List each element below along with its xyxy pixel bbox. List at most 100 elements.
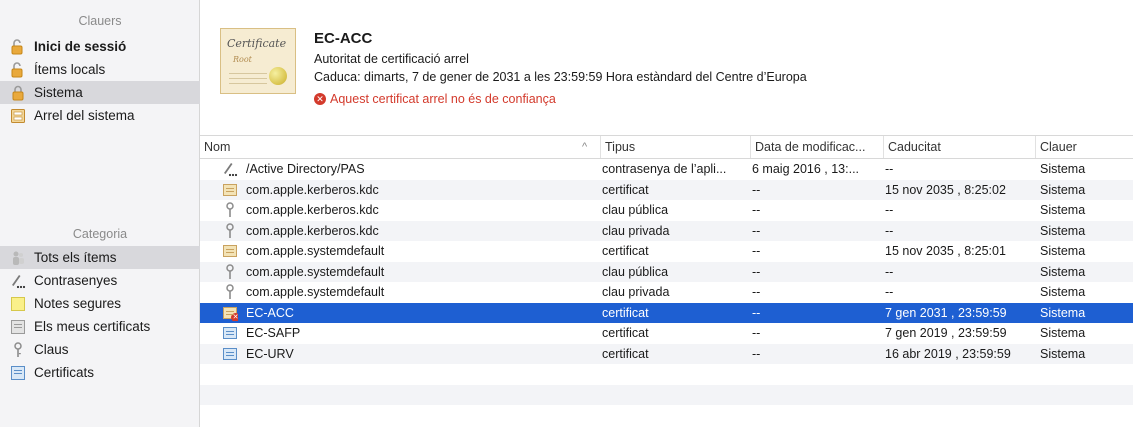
row-expires: 7 gen 2031 , 23:59:59 — [885, 305, 1007, 320]
table-row-selected[interactable]: ✕ EC-ACC certificat -- 7 gen 2031 , 23:5… — [200, 302, 1133, 323]
row-modified: -- — [752, 305, 761, 320]
row-type: certificat — [602, 346, 649, 361]
key-icon — [222, 284, 238, 300]
sidebar-item-system[interactable]: Sistema — [0, 81, 200, 104]
category-section-title: Categoria — [72, 227, 128, 241]
row-expires: 16 abr 2019 , 23:59:59 — [885, 346, 1011, 361]
row-keychain: Sistema — [1040, 326, 1086, 340]
sidebar-item-label: Ítems locals — [34, 62, 106, 77]
sidebar-item-label: Arrel del sistema — [34, 108, 135, 123]
sidebar-item-label: Sistema — [34, 85, 83, 100]
row-modified: -- — [752, 182, 761, 197]
sidebar-item-login[interactable]: Inici de sessió — [0, 35, 200, 58]
keychains-list: Inici de sessió Ítems locals Sistema Arr… — [0, 35, 200, 127]
table-row[interactable]: com.apple.kerberos.kdc clau pública -- -… — [200, 200, 1133, 221]
row-keychain: Sistema — [1040, 264, 1086, 279]
table-row[interactable]: com.apple.systemdefault certificat -- 15… — [200, 241, 1133, 262]
column-header-type[interactable]: Tipus — [600, 136, 750, 158]
row-keychain: Sistema — [1040, 285, 1086, 299]
row-expires: 7 gen 2019 , 23:59:59 — [885, 326, 1007, 340]
blue-certificate-icon — [222, 325, 238, 341]
sidebar-item-system-roots[interactable]: Arrel del sistema — [0, 104, 200, 127]
certificate-lines — [229, 73, 267, 74]
row-keychain: Sistema — [1040, 203, 1086, 217]
row-type: certificat — [602, 305, 649, 320]
certificate-image-title: Certificate — [227, 37, 287, 50]
sidebar: Clauers Inici de sessió Ítems locals Sis… — [0, 0, 200, 427]
table-header: Nom ^ Tipus Data de modificac... Caducit… — [200, 135, 1133, 159]
row-keychain: Sistema — [1040, 346, 1086, 361]
certificate-large-icon: Certificate Root — [220, 28, 296, 94]
sidebar-item-label: Tots els ítems — [34, 250, 117, 265]
row-type: certificat — [602, 182, 649, 197]
items-table: Nom ^ Tipus Data de modificac... Caducit… — [200, 135, 1133, 427]
cabinet-icon — [10, 108, 26, 124]
table-row[interactable]: com.apple.systemdefault clau pública -- … — [200, 261, 1133, 282]
trust-warning-text: Aquest certificat arrel no és de confian… — [330, 92, 556, 106]
row-type: certificat — [602, 326, 649, 340]
key-icon — [222, 263, 238, 280]
sidebar-item-label: Certificats — [34, 365, 95, 380]
row-keychain: Sistema — [1040, 305, 1086, 320]
table-row[interactable]: com.apple.kerberos.kdc certificat -- 15 … — [200, 179, 1133, 200]
sidebar-item-keys[interactable]: Claus — [0, 338, 200, 361]
key-icon — [222, 222, 238, 239]
key-icon — [10, 341, 26, 358]
row-modified: -- — [752, 285, 761, 299]
sidebar-item-secure-notes[interactable]: Notes segures — [0, 292, 200, 315]
sidebar-item-my-certificates[interactable]: Els meus certificats — [0, 315, 200, 338]
certificate-image-sub: Root — [233, 55, 252, 64]
column-header-keychain[interactable]: Clauer — [1035, 136, 1133, 158]
certificate-name: EC-ACC — [314, 30, 373, 47]
blue-certificate-icon — [222, 346, 238, 362]
row-type: clau pública — [602, 203, 669, 217]
untrusted-certificate-icon: ✕ — [222, 305, 238, 321]
row-expires: 15 nov 2035 , 8:25:02 — [885, 182, 1006, 197]
table-row[interactable]: com.apple.kerberos.kdc clau privada -- -… — [200, 220, 1133, 241]
empty-row — [200, 364, 1133, 385]
sidebar-item-local-items[interactable]: Ítems locals — [0, 58, 200, 81]
column-header-expires[interactable]: Caducitat — [883, 136, 1035, 158]
column-header-name[interactable]: Nom ^ — [200, 136, 600, 158]
row-type: clau privada — [602, 223, 670, 238]
keychains-section-title: Clauers — [78, 14, 122, 28]
my-certificate-icon — [10, 319, 26, 335]
row-expires: -- — [885, 162, 894, 176]
table-row[interactable]: EC-URV certificat -- 16 abr 2019 , 23:59… — [200, 343, 1133, 364]
row-expires: -- — [885, 223, 894, 238]
error-x-icon: ✕ — [314, 93, 326, 105]
sidebar-item-passwords[interactable]: Contrasenyes — [0, 269, 200, 292]
row-modified: 6 maig 2016 , 13:... — [752, 162, 860, 176]
row-name: com.apple.systemdefault — [246, 285, 385, 299]
row-expires: -- — [885, 285, 894, 299]
table-row[interactable]: /Active Directory/PAS contrasenya de l’a… — [200, 159, 1133, 180]
category-list: Tots els ítems Contrasenyes Notes segure… — [0, 246, 200, 384]
certificate-seal-icon — [269, 67, 287, 85]
row-modified: -- — [752, 244, 761, 258]
row-name: EC-ACC — [246, 305, 294, 320]
row-modified: -- — [752, 346, 761, 361]
sidebar-item-certificates[interactable]: Certificats — [0, 361, 200, 384]
row-keychain: Sistema — [1040, 244, 1086, 258]
row-keychain: Sistema — [1040, 182, 1086, 197]
table-row[interactable]: com.apple.systemdefault clau privada -- … — [200, 282, 1133, 303]
row-modified: -- — [752, 264, 761, 279]
row-name: com.apple.kerberos.kdc — [246, 223, 379, 238]
sidebar-item-label: Contrasenyes — [34, 273, 118, 288]
certificate-expiry: Caduca: dimarts, 7 de gener de 2031 a le… — [314, 70, 807, 84]
sidebar-item-label: Claus — [34, 342, 69, 357]
row-keychain: Sistema — [1040, 162, 1086, 176]
row-expires: 15 nov 2035 , 8:25:01 — [885, 244, 1006, 258]
sidebar-item-label: Notes segures — [34, 296, 122, 311]
table-row[interactable]: EC-SAFP certificat -- 7 gen 2019 , 23:59… — [200, 323, 1133, 344]
row-type: contrasenya de l’apli... — [602, 162, 727, 176]
row-keychain: Sistema — [1040, 223, 1086, 238]
sidebar-item-all-items[interactable]: Tots els ítems — [0, 246, 200, 269]
row-name: EC-URV — [246, 346, 294, 361]
row-name: com.apple.systemdefault — [246, 244, 385, 258]
row-type: clau pública — [602, 264, 669, 279]
column-header-modified[interactable]: Data de modificac... — [750, 136, 883, 158]
certificate-subtitle: Autoritat de certificació arrel — [314, 52, 469, 66]
key-icon — [222, 202, 238, 218]
row-modified: -- — [752, 223, 761, 238]
